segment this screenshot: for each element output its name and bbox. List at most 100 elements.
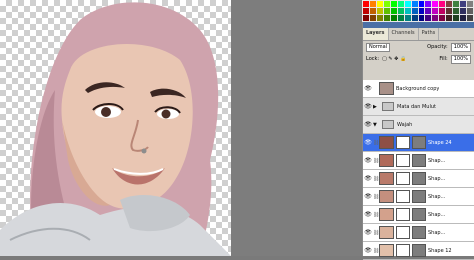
shape-path-thumbnail	[412, 226, 426, 239]
expand-arrow-icon[interactable]: ▼	[373, 122, 379, 128]
color-swatch[interactable]	[397, 15, 404, 21]
blend-mode-select[interactable]: Normal	[366, 42, 391, 52]
color-swatch[interactable]	[460, 1, 467, 7]
shape-path-thumbnail	[412, 136, 426, 149]
layers-list: 👁 Background copy 👁 ▶ Mata dan Mulut 👁 ▼ Wajah 👁…	[363, 80, 474, 260]
color-swatch[interactable]	[467, 8, 473, 14]
visibility-eye-icon[interactable]: 👁	[363, 139, 373, 146]
opacity-field[interactable]: 100%	[450, 42, 471, 52]
layer-name: Shap...	[428, 211, 446, 218]
color-swatch[interactable]	[390, 8, 397, 14]
layer-row[interactable]: 👁 ⛓ Shap...	[363, 170, 474, 188]
folder-icon	[382, 102, 394, 111]
color-swatch[interactable]	[467, 1, 473, 7]
color-swatch[interactable]	[460, 15, 467, 21]
visibility-eye-icon[interactable]: 👁	[363, 121, 373, 128]
tab-layers[interactable]: Layers	[363, 28, 389, 40]
visibility-eye-icon[interactable]: 👁	[363, 103, 373, 110]
color-swatch[interactable]	[418, 8, 425, 14]
layer-row[interactable]: 👁 Background copy	[363, 80, 474, 98]
color-swatch[interactable]	[432, 8, 439, 14]
shape-path-thumbnail	[412, 172, 426, 185]
color-swatch[interactable]	[411, 1, 418, 7]
layer-row[interactable]: 👁 ⛓ Shap...	[363, 188, 474, 206]
color-swatch[interactable]	[397, 1, 404, 7]
visibility-eye-icon[interactable]: 👁	[363, 85, 373, 92]
lock-label: Lock:	[366, 56, 380, 62]
layer-thumbnail	[379, 208, 394, 221]
color-swatch[interactable]	[446, 1, 453, 7]
color-swatch[interactable]	[453, 8, 460, 14]
lock-row: Lock: ▢ ✎ ✥ 🔒 Fill: 100%	[363, 53, 474, 65]
color-swatch[interactable]	[397, 8, 404, 14]
color-swatch[interactable]	[390, 15, 397, 21]
visibility-eye-icon[interactable]: 👁	[363, 193, 373, 200]
layer-row[interactable]: 👁 ⛓ Shap...	[363, 152, 474, 170]
color-swatch[interactable]	[446, 15, 453, 21]
color-swatch[interactable]	[418, 15, 425, 21]
layer-name: Mata dan Mulut	[397, 103, 436, 110]
color-swatch[interactable]	[432, 15, 439, 21]
color-swatch[interactable]	[411, 15, 418, 21]
color-swatch[interactable]	[376, 8, 383, 14]
color-swatch[interactable]	[369, 8, 376, 14]
color-swatch[interactable]	[425, 15, 432, 21]
color-swatch[interactable]	[363, 8, 369, 14]
color-swatch[interactable]	[390, 1, 397, 7]
vector-mask-thumbnail	[396, 208, 410, 221]
color-swatch[interactable]	[411, 8, 418, 14]
visibility-eye-icon[interactable]: 👁	[363, 175, 373, 182]
lock-icons[interactable]: ▢ ✎ ✥ 🔒	[382, 56, 406, 62]
layer-row[interactable]: 👁 ⛓ Shap...	[363, 206, 474, 224]
color-swatch[interactable]	[376, 1, 383, 7]
document-canvas[interactable]	[0, 0, 231, 256]
color-swatch[interactable]	[383, 8, 390, 14]
color-swatch[interactable]	[383, 1, 390, 7]
vector-mask-thumbnail	[396, 154, 410, 167]
color-swatch[interactable]	[376, 15, 383, 21]
layer-thumbnail	[379, 136, 394, 149]
visibility-eye-icon[interactable]: 👁	[363, 229, 373, 236]
layer-group-row[interactable]: 👁 ▼ Wajah	[363, 116, 474, 134]
color-swatch[interactable]	[363, 1, 369, 7]
layer-row[interactable]: 👁 ⛓ Shap...	[363, 224, 474, 242]
color-swatch[interactable]	[453, 1, 460, 7]
color-swatch[interactable]	[439, 1, 446, 7]
tab-channels[interactable]: Channels	[389, 28, 419, 40]
visibility-eye-icon[interactable]: 👁	[363, 211, 373, 218]
layer-group-row[interactable]: 👁 ▶ Mata dan Mulut	[363, 98, 474, 116]
layer-thumbnail	[379, 190, 394, 203]
color-swatch[interactable]	[383, 15, 390, 21]
color-swatch[interactable]	[363, 15, 369, 21]
color-swatch[interactable]	[439, 15, 446, 21]
layer-row[interactable]: 👁 ⛓ Shape 12	[363, 242, 474, 260]
visibility-eye-icon[interactable]: 👁	[363, 247, 373, 254]
color-swatch[interactable]	[404, 1, 411, 7]
color-swatch[interactable]	[404, 15, 411, 21]
color-swatch[interactable]	[439, 8, 446, 14]
tab-paths[interactable]: Paths	[419, 28, 440, 40]
color-swatch[interactable]	[369, 1, 376, 7]
swatches-panel[interactable]	[362, 0, 474, 22]
color-swatch[interactable]	[369, 15, 376, 21]
color-swatch[interactable]	[460, 8, 467, 14]
layer-name: Shap...	[428, 175, 446, 182]
color-swatch[interactable]	[418, 1, 425, 7]
layer-row[interactable]: 👁 ⛓ Shape 24	[363, 134, 474, 152]
layer-thumbnail	[379, 244, 394, 257]
color-swatch[interactable]	[425, 8, 432, 14]
visibility-eye-icon[interactable]: 👁	[363, 157, 373, 164]
vector-mask-thumbnail	[396, 244, 410, 257]
panel-tabs: Layers Channels Paths	[363, 28, 474, 41]
vector-mask-thumbnail	[396, 226, 410, 239]
color-swatch[interactable]	[453, 15, 460, 21]
color-swatch[interactable]	[404, 8, 411, 14]
expand-arrow-icon[interactable]: ▶	[373, 104, 379, 110]
color-swatch[interactable]	[432, 1, 439, 7]
color-swatch[interactable]	[446, 8, 453, 14]
fill-field[interactable]: 100%	[450, 54, 471, 64]
color-swatch[interactable]	[467, 15, 473, 21]
color-swatch[interactable]	[425, 1, 432, 7]
fill-label: Fill:	[439, 56, 448, 62]
folder-icon	[382, 120, 394, 129]
